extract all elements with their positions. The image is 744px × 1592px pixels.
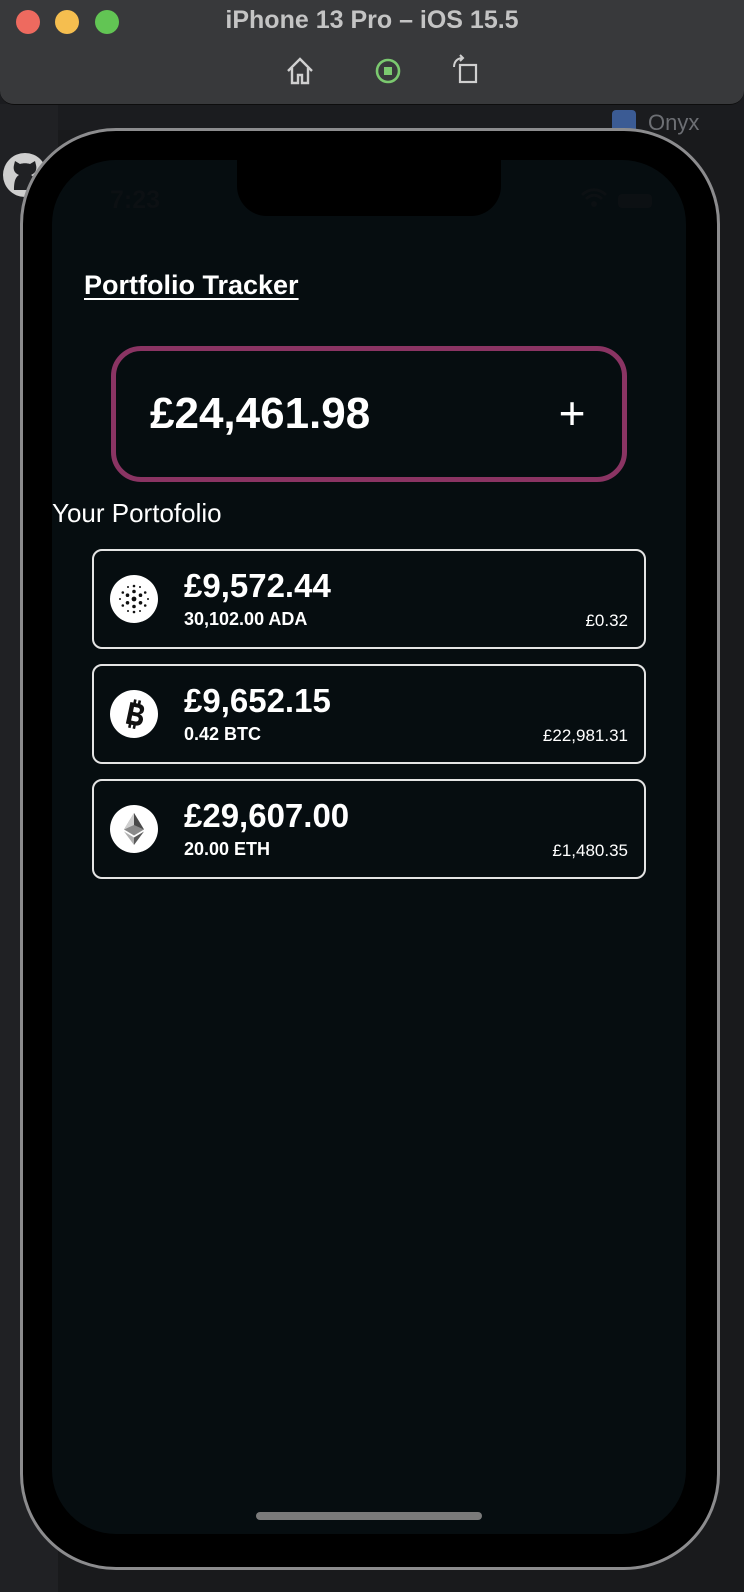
home-indicator[interactable] <box>256 1512 482 1520</box>
holding-price: £22,981.31 <box>542 726 628 745</box>
holding-card-btc[interactable]: £9,652.15 0.42 BTC £22,981.31 <box>92 664 646 764</box>
holding-value: £9,652.15 <box>184 682 331 719</box>
stop-icon[interactable] <box>371 54 405 88</box>
home-icon[interactable] <box>283 54 317 88</box>
total-balance-card: £24,461.98 + <box>111 346 627 482</box>
holding-card-ada[interactable]: £9,572.44 30,102.00 ADA £0.32 <box>92 549 646 649</box>
notch <box>237 160 501 216</box>
rotate-icon[interactable] <box>450 54 484 88</box>
status-time: 7:23 <box>110 186 161 214</box>
bitcoin-icon <box>110 690 158 738</box>
holding-amount: 20.00 ETH <box>184 839 271 859</box>
add-holding-button[interactable]: + <box>542 383 602 443</box>
page-title: Portfolio Tracker <box>84 270 299 300</box>
section-title: Your Portofolio <box>52 498 222 528</box>
cardano-icon <box>110 575 158 623</box>
holding-amount: 0.42 BTC <box>184 724 262 744</box>
holding-card-eth[interactable]: £29,607.00 20.00 ETH £1,480.35 <box>92 779 646 879</box>
holding-amount: 30,102.00 ADA <box>184 609 308 629</box>
holding-value: £29,607.00 <box>184 797 350 834</box>
simulator-titlebar: iPhone 13 Pro – iOS 15.5 <box>0 0 744 105</box>
holding-price: £1,480.35 <box>552 841 628 860</box>
simulator-title: iPhone 13 Pro – iOS 15.5 <box>225 6 519 34</box>
app-screen: 7:23 Portfolio Tracker £24,461.98 + Your… <box>52 160 686 1534</box>
holding-price: £0.32 <box>585 611 628 630</box>
ethereum-icon <box>110 805 158 853</box>
holding-value: £9,572.44 <box>184 567 331 604</box>
wifi-icon <box>580 188 608 208</box>
battery-icon <box>618 194 652 208</box>
background-tab-label: Onyx <box>648 110 700 135</box>
total-balance: £24,461.98 <box>150 389 371 438</box>
